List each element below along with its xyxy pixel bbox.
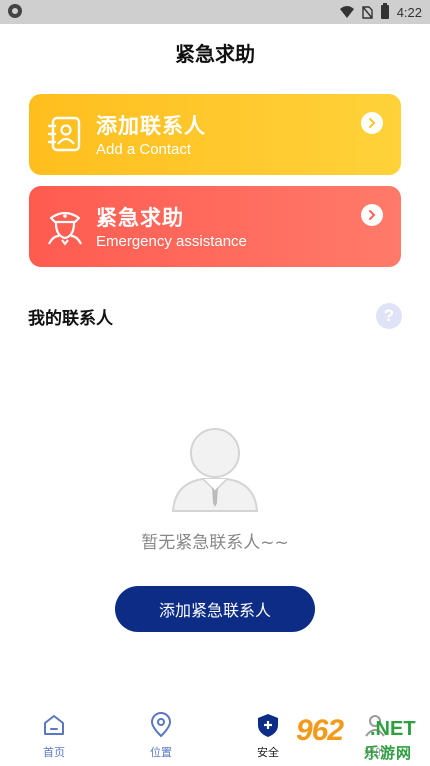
no-sim-icon: [361, 6, 373, 19]
status-icons: 4:22: [339, 3, 422, 21]
tab-home[interactable]: 首页: [24, 712, 84, 760]
watermark-logo: 962 .NET 乐游网: [296, 714, 424, 764]
watermark-site-name: 乐游网: [364, 744, 413, 762]
add-contact-card[interactable]: 添加联系人 Add a Contact: [29, 94, 401, 175]
help-icon[interactable]: ?: [376, 303, 402, 329]
chevron-right-icon: [361, 204, 383, 226]
page-title: 紧急求助: [175, 42, 255, 66]
watermark-number: 962: [296, 714, 344, 747]
police-officer-icon: [48, 211, 82, 246]
empty-contact-avatar-icon: [171, 428, 259, 512]
location-pin-icon: [150, 712, 172, 738]
contact-book-icon: [47, 116, 81, 152]
tab-safety[interactable]: 安全: [238, 712, 298, 760]
emergency-assistance-card[interactable]: 紧急求助 Emergency assistance: [29, 186, 401, 267]
wifi-icon: [339, 6, 354, 18]
tab-safety-label: 安全: [257, 746, 279, 759]
tab-location[interactable]: 位置: [131, 712, 191, 760]
emergency-subtitle: Emergency assistance: [96, 233, 247, 250]
add-emergency-contact-button[interactable]: 添加紧急联系人: [115, 586, 315, 632]
watermark-net: .NET: [370, 718, 416, 740]
status-bar: 4:22: [0, 0, 430, 24]
emergency-title: 紧急求助: [96, 206, 184, 230]
sync-icon: [8, 4, 22, 18]
chevron-right-icon: [361, 112, 383, 134]
tab-home-label: 首页: [43, 746, 65, 759]
add-contact-title: 添加联系人: [96, 114, 206, 138]
shield-plus-icon: [258, 714, 278, 737]
tab-location-label: 位置: [150, 746, 172, 759]
add-contact-subtitle: Add a Contact: [96, 141, 192, 158]
status-time: 4:22: [396, 4, 422, 20]
empty-contacts-text: 暂无紧急联系人~~: [141, 533, 289, 553]
home-icon: [44, 715, 64, 735]
my-contacts-title: 我的联系人: [28, 309, 113, 329]
battery-icon: [380, 3, 389, 19]
